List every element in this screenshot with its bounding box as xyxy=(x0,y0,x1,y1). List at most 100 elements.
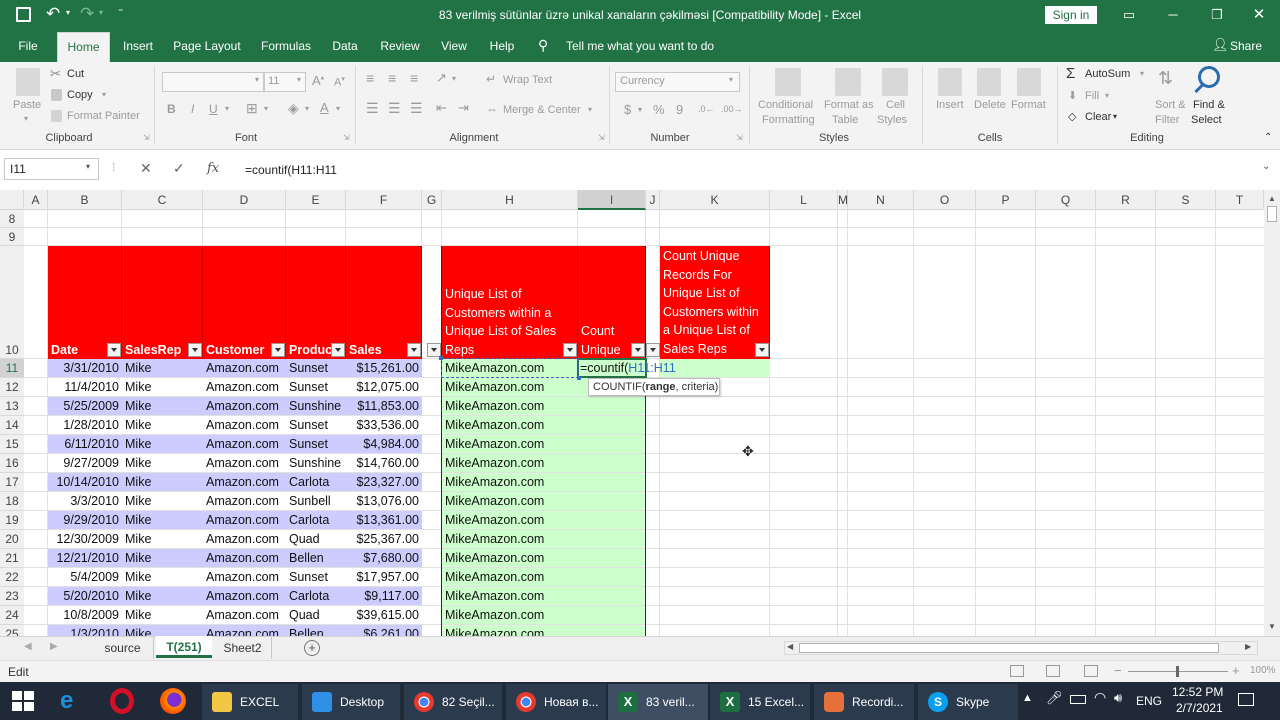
cell-unique-list[interactable]: MikeAmazon.com xyxy=(442,492,578,510)
number-launcher-icon[interactable]: ⇲ xyxy=(736,133,743,142)
cell-sales[interactable]: $33,536.00 xyxy=(346,416,422,434)
cell-customer[interactable]: Amazon.com xyxy=(203,530,286,548)
tab-view[interactable]: View xyxy=(438,30,470,62)
paste-dropdown-icon[interactable]: ▾ xyxy=(24,114,28,123)
borders-dropdown-icon[interactable]: ▾ xyxy=(264,104,268,113)
cell-salesrep[interactable]: Mike xyxy=(122,492,203,510)
conditional-formatting-icon[interactable] xyxy=(775,68,801,96)
filter-button-salesrep[interactable] xyxy=(188,343,202,357)
column-header-e[interactable]: E xyxy=(286,190,346,210)
column-header-j[interactable]: J xyxy=(646,190,660,210)
sign-in-button[interactable]: Sign in xyxy=(1045,6,1097,24)
sheet-tab-t251[interactable]: T(251) xyxy=(156,636,212,658)
cell-unique-list[interactable]: MikeAmazon.com xyxy=(442,435,578,453)
cell-sales[interactable]: $23,327.00 xyxy=(346,473,422,491)
cell-unique-list[interactable]: MikeAmazon.com xyxy=(442,416,578,434)
merge-dropdown-icon[interactable]: ▾ xyxy=(588,105,592,114)
cell-product[interactable]: Quad xyxy=(286,530,346,548)
zoom-out-icon[interactable]: − xyxy=(1114,663,1122,678)
delete-cells-button[interactable]: Delete xyxy=(974,99,1006,111)
increase-decimal-icon[interactable]: .0← xyxy=(698,104,715,114)
column-header-n[interactable]: N xyxy=(848,190,914,210)
confirm-edit-icon[interactable]: ✓ xyxy=(173,160,185,177)
wrap-text-button[interactable]: Wrap Text xyxy=(503,74,552,86)
cell-product[interactable]: Carlota xyxy=(286,511,346,529)
cell-product[interactable]: Sunset xyxy=(286,359,346,377)
cell-salesrep[interactable]: Mike xyxy=(122,378,203,396)
share-button[interactable]: Share xyxy=(1230,39,1262,53)
scroll-up-icon[interactable]: ▲ xyxy=(1268,194,1276,203)
filter-button-count-unique[interactable] xyxy=(631,343,645,357)
clock-date[interactable]: 2/7/2021 xyxy=(1176,701,1223,715)
column-header-q[interactable]: Q xyxy=(1036,190,1096,210)
cell-sales[interactable]: $13,076.00 xyxy=(346,492,422,510)
filter-button-customer[interactable] xyxy=(271,343,285,357)
tab-page-layout[interactable]: Page Layout xyxy=(172,30,242,62)
row-header-12[interactable]: 12 xyxy=(0,378,24,397)
borders-icon[interactable]: ⊞ xyxy=(246,100,258,117)
number-format-dropdown-icon[interactable]: ▾ xyxy=(729,75,733,84)
paste-icon[interactable] xyxy=(16,68,40,96)
italic-button[interactable]: I xyxy=(191,102,194,116)
page-break-view-icon[interactable] xyxy=(1084,665,1098,677)
cell-customer[interactable]: Amazon.com xyxy=(203,473,286,491)
underline-dropdown-icon[interactable]: ▾ xyxy=(225,104,229,113)
cell-customer[interactable]: Amazon.com xyxy=(203,625,286,636)
column-header-c[interactable]: C xyxy=(122,190,203,210)
cell-unique-list[interactable]: MikeAmazon.com xyxy=(442,625,578,636)
filter-button-sales[interactable] xyxy=(407,343,421,357)
align-right-icon[interactable]: ☰ xyxy=(410,100,423,117)
bold-button[interactable]: B xyxy=(167,102,176,116)
opera-icon[interactable] xyxy=(110,688,134,714)
cell-date[interactable]: 11/4/2010 xyxy=(48,378,122,396)
clock-time[interactable]: 12:52 PM xyxy=(1172,685,1223,699)
zoom-in-icon[interactable]: + xyxy=(1232,663,1240,678)
zoom-slider-thumb[interactable] xyxy=(1176,666,1179,677)
filter-button-i[interactable] xyxy=(646,343,660,357)
row-header-16[interactable]: 16 xyxy=(0,454,24,473)
tell-me-search[interactable]: Tell me what you want to do xyxy=(566,39,714,53)
customize-toolbar-icon[interactable]: ⁼ xyxy=(118,7,123,18)
cell-customer[interactable]: Amazon.com xyxy=(203,454,286,472)
cell-date[interactable]: 1/3/2010 xyxy=(48,625,122,636)
cell-product[interactable]: Sunset xyxy=(286,435,346,453)
restore-button[interactable]: ❐ xyxy=(1194,0,1240,30)
align-left-icon[interactable]: ☰ xyxy=(366,100,379,117)
cell-salesrep[interactable]: Mike xyxy=(122,416,203,434)
cell-salesrep[interactable]: Mike xyxy=(122,606,203,624)
row-header-20[interactable]: 20 xyxy=(0,530,24,549)
cell-product[interactable]: Bellen xyxy=(286,625,346,636)
insert-cells-icon[interactable] xyxy=(938,68,962,96)
column-header-s[interactable]: S xyxy=(1156,190,1216,210)
cell-date[interactable]: 1/28/2010 xyxy=(48,416,122,434)
fill-color-icon[interactable]: ◈ xyxy=(288,100,299,117)
cell-unique-list[interactable]: MikeAmazon.com xyxy=(442,587,578,605)
cell-unique-list[interactable]: MikeAmazon.com xyxy=(442,473,578,491)
cell-unique-list[interactable]: MikeAmazon.com xyxy=(442,530,578,548)
cell-sales[interactable]: $14,760.00 xyxy=(346,454,422,472)
vertical-scroll-thumb[interactable] xyxy=(1267,206,1277,222)
orientation-dropdown-icon[interactable]: ▾ xyxy=(452,74,456,83)
add-sheet-icon[interactable]: + xyxy=(304,640,320,656)
firefox-icon[interactable] xyxy=(160,688,186,714)
taskbar-recording[interactable]: Recordi... xyxy=(814,684,914,720)
cell-product[interactable]: Sunset xyxy=(286,378,346,396)
clear-button[interactable]: Clear xyxy=(1085,111,1111,123)
cell-date[interactable]: 6/11/2010 xyxy=(48,435,122,453)
formula-input[interactable]: =countif(H11:H11 xyxy=(245,163,337,177)
font-name-box[interactable] xyxy=(162,72,264,92)
column-header-k[interactable]: K xyxy=(660,190,770,210)
cell-customer[interactable]: Amazon.com xyxy=(203,511,286,529)
row-header-17[interactable]: 17 xyxy=(0,473,24,492)
top-align-icon[interactable]: ≡ xyxy=(366,70,374,86)
bottom-align-icon[interactable]: ≡ xyxy=(410,70,418,86)
format-cells-button[interactable]: Format xyxy=(1011,99,1046,111)
cell-date[interactable]: 5/20/2010 xyxy=(48,587,122,605)
edge-icon[interactable]: e xyxy=(60,687,73,715)
row-header-24[interactable]: 24 xyxy=(0,606,24,625)
scroll-down-icon[interactable]: ▼ xyxy=(1268,622,1276,631)
insert-cells-button[interactable]: Insert xyxy=(936,99,964,111)
cell-salesrep[interactable]: Mike xyxy=(122,625,203,636)
zoom-level[interactable]: 100% xyxy=(1250,665,1276,676)
cell-date[interactable]: 10/8/2009 xyxy=(48,606,122,624)
